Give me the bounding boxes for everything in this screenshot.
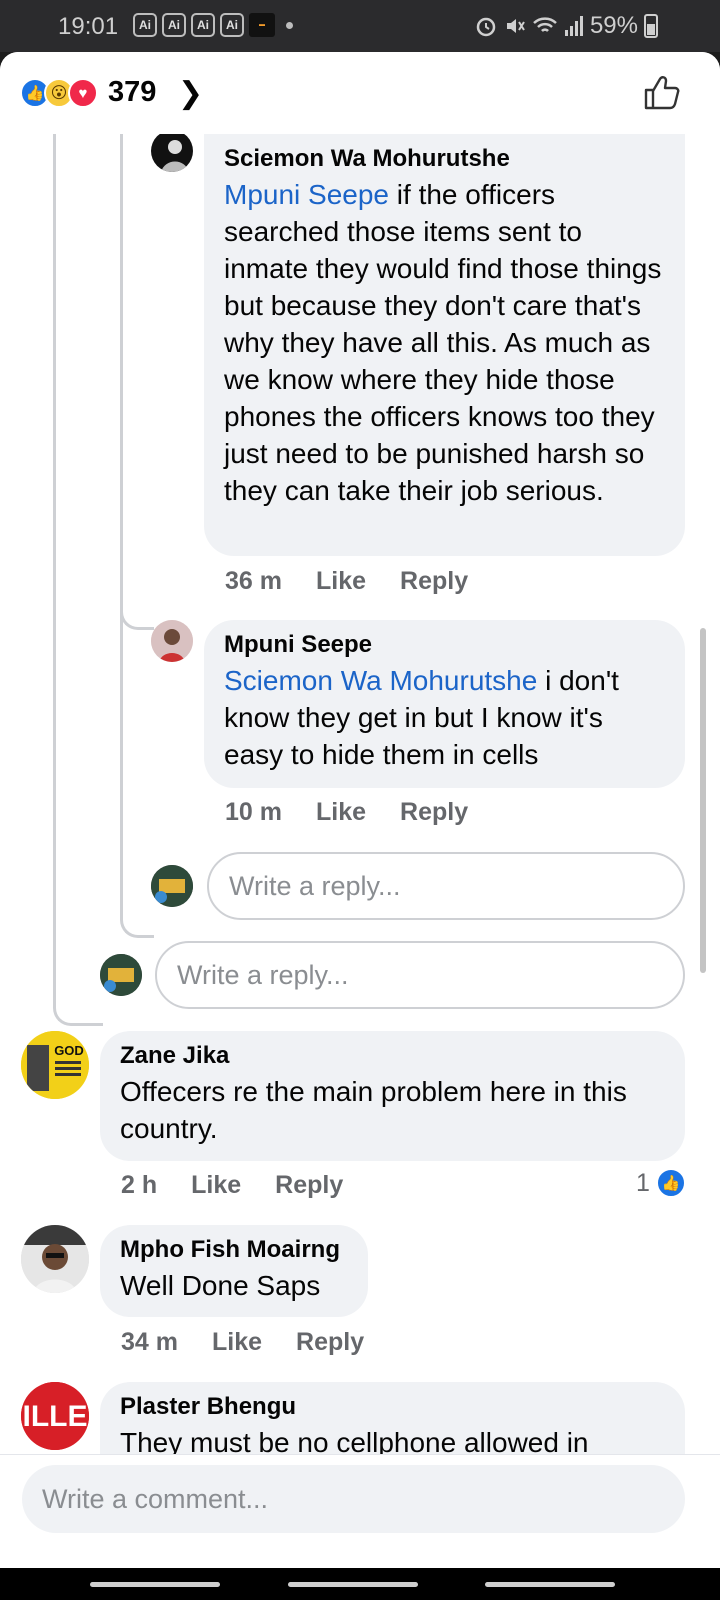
reaction-count[interactable]: 379 (108, 76, 156, 109)
comment-time[interactable]: 36 m (225, 567, 282, 596)
profile-photo-icon (151, 865, 193, 907)
comment-text: Mpuni Seepe if the officers searched tho… (224, 179, 662, 506)
comment-bubble[interactable]: Sciemon Wa Mohurutshe Mpuni Seepe if the… (204, 134, 685, 556)
comment-text: Sciemon Wa Mohurutshe i don't know they … (224, 665, 619, 770)
status-bar: 19:01 Ai Ai Ai Ai ▬ 59% (0, 0, 720, 52)
avatar[interactable]: ILLE (21, 1382, 89, 1450)
like-icon: 👍 (655, 1168, 686, 1198)
comment-bubble[interactable]: Mpuni Seepe Sciemon Wa Mohurutshe i don'… (204, 620, 685, 788)
nav-home-button[interactable] (288, 1582, 418, 1587)
wifi-icon (533, 17, 557, 32)
reply-button[interactable]: Reply (400, 567, 468, 596)
avatar (100, 954, 142, 996)
profile-photo-icon: GOD (21, 1031, 89, 1099)
like-button[interactable]: Like (212, 1328, 262, 1357)
comment-author[interactable]: Mpuni Seepe (224, 628, 665, 662)
nav-back-button[interactable] (485, 1582, 615, 1587)
avatar[interactable] (151, 130, 193, 172)
comment-time[interactable]: 34 m (121, 1328, 178, 1357)
reaction-icons[interactable]: 👍 😮 ♥ (20, 78, 98, 108)
like-button[interactable]: Like (316, 567, 366, 596)
comments-panel: Sciemon Wa Mohurutshe Mpuni Seepe if the… (0, 52, 720, 1600)
comment-actions: 36 m Like Reply (225, 567, 468, 596)
comment-time[interactable]: 10 m (225, 798, 282, 827)
notification-icons: Ai Ai Ai Ai ▬ (133, 13, 293, 37)
reply-button[interactable]: Reply (400, 798, 468, 827)
comment-bubble[interactable]: Mpho Fish Moairng Well Done Saps (100, 1225, 368, 1317)
reaction-summary[interactable]: 1 👍 (636, 1168, 686, 1198)
battery-icon (644, 14, 658, 38)
more-notifications-dot (286, 22, 293, 29)
system-nav-bar (0, 1568, 720, 1600)
comment-actions: 10 m Like Reply (225, 798, 468, 827)
ai-app-icon: Ai (191, 13, 215, 37)
nav-recent-button[interactable] (90, 1582, 220, 1587)
comment-actions: 34 m Like Reply (121, 1328, 364, 1357)
like-button[interactable]: Like (316, 798, 366, 827)
ai-app-icon: Ai (220, 13, 244, 37)
avatar-text: ILLE (23, 1400, 88, 1433)
avatar[interactable] (21, 1225, 89, 1293)
thread-line (120, 134, 154, 938)
signal-icon (564, 16, 583, 36)
app-notification-icon: ▬ (249, 13, 275, 37)
profile-photo-icon (21, 1225, 89, 1293)
comment-author[interactable]: Mpho Fish Moairng (120, 1233, 348, 1267)
comment-author[interactable]: Sciemon Wa Mohurutshe (224, 142, 665, 176)
comment-author[interactable]: Plaster Bhengu (120, 1390, 665, 1424)
reply-button[interactable]: Reply (296, 1328, 364, 1357)
avatar[interactable] (151, 620, 193, 662)
love-icon: ♥ (68, 78, 98, 108)
comment-input[interactable]: Write a comment... (22, 1465, 685, 1533)
reaction-header: 👍 😮 ♥ 379 ❯ (0, 52, 720, 134)
thumbs-up-icon[interactable] (640, 72, 682, 114)
comment-author[interactable]: Zane Jika (120, 1039, 665, 1073)
like-button[interactable]: Like (191, 1171, 241, 1200)
battery-percent: 59% (589, 12, 638, 39)
avatar-text: GOD (54, 1043, 84, 1058)
scrollbar[interactable] (700, 628, 706, 973)
comment-actions: 2 h Like Reply (121, 1171, 343, 1200)
alarm-icon (476, 17, 496, 37)
mention-link[interactable]: Sciemon Wa Mohurutshe (224, 665, 537, 696)
comment-text: Well Done Saps (120, 1270, 321, 1301)
reply-input[interactable]: Write a reply... (155, 941, 685, 1009)
thread-line (53, 134, 103, 1026)
avatar[interactable]: GOD (21, 1031, 89, 1099)
profile-photo-icon (161, 140, 189, 172)
profile-photo-icon (100, 954, 142, 996)
comment-bubble[interactable]: Zane Jika Offecers re the main problem h… (100, 1031, 685, 1161)
mute-icon (506, 19, 525, 33)
ai-app-icon: Ai (133, 13, 157, 37)
status-time: 19:01 (58, 13, 119, 40)
status-right: 59% (474, 12, 658, 40)
profile-photo-icon (151, 620, 193, 662)
reply-input[interactable]: Write a reply... (207, 852, 685, 920)
comment-time[interactable]: 2 h (121, 1171, 157, 1200)
avatar (151, 865, 193, 907)
mention-link[interactable]: Mpuni Seepe (224, 179, 389, 210)
reaction-count: 1 (636, 1168, 650, 1197)
reply-button[interactable]: Reply (275, 1171, 343, 1200)
comment-text: Offecers re the main problem here in thi… (120, 1076, 627, 1144)
ai-app-icon: Ai (162, 13, 186, 37)
chevron-right-icon[interactable]: ❯ (178, 76, 203, 111)
profile-photo-icon: ILLE (21, 1382, 89, 1450)
